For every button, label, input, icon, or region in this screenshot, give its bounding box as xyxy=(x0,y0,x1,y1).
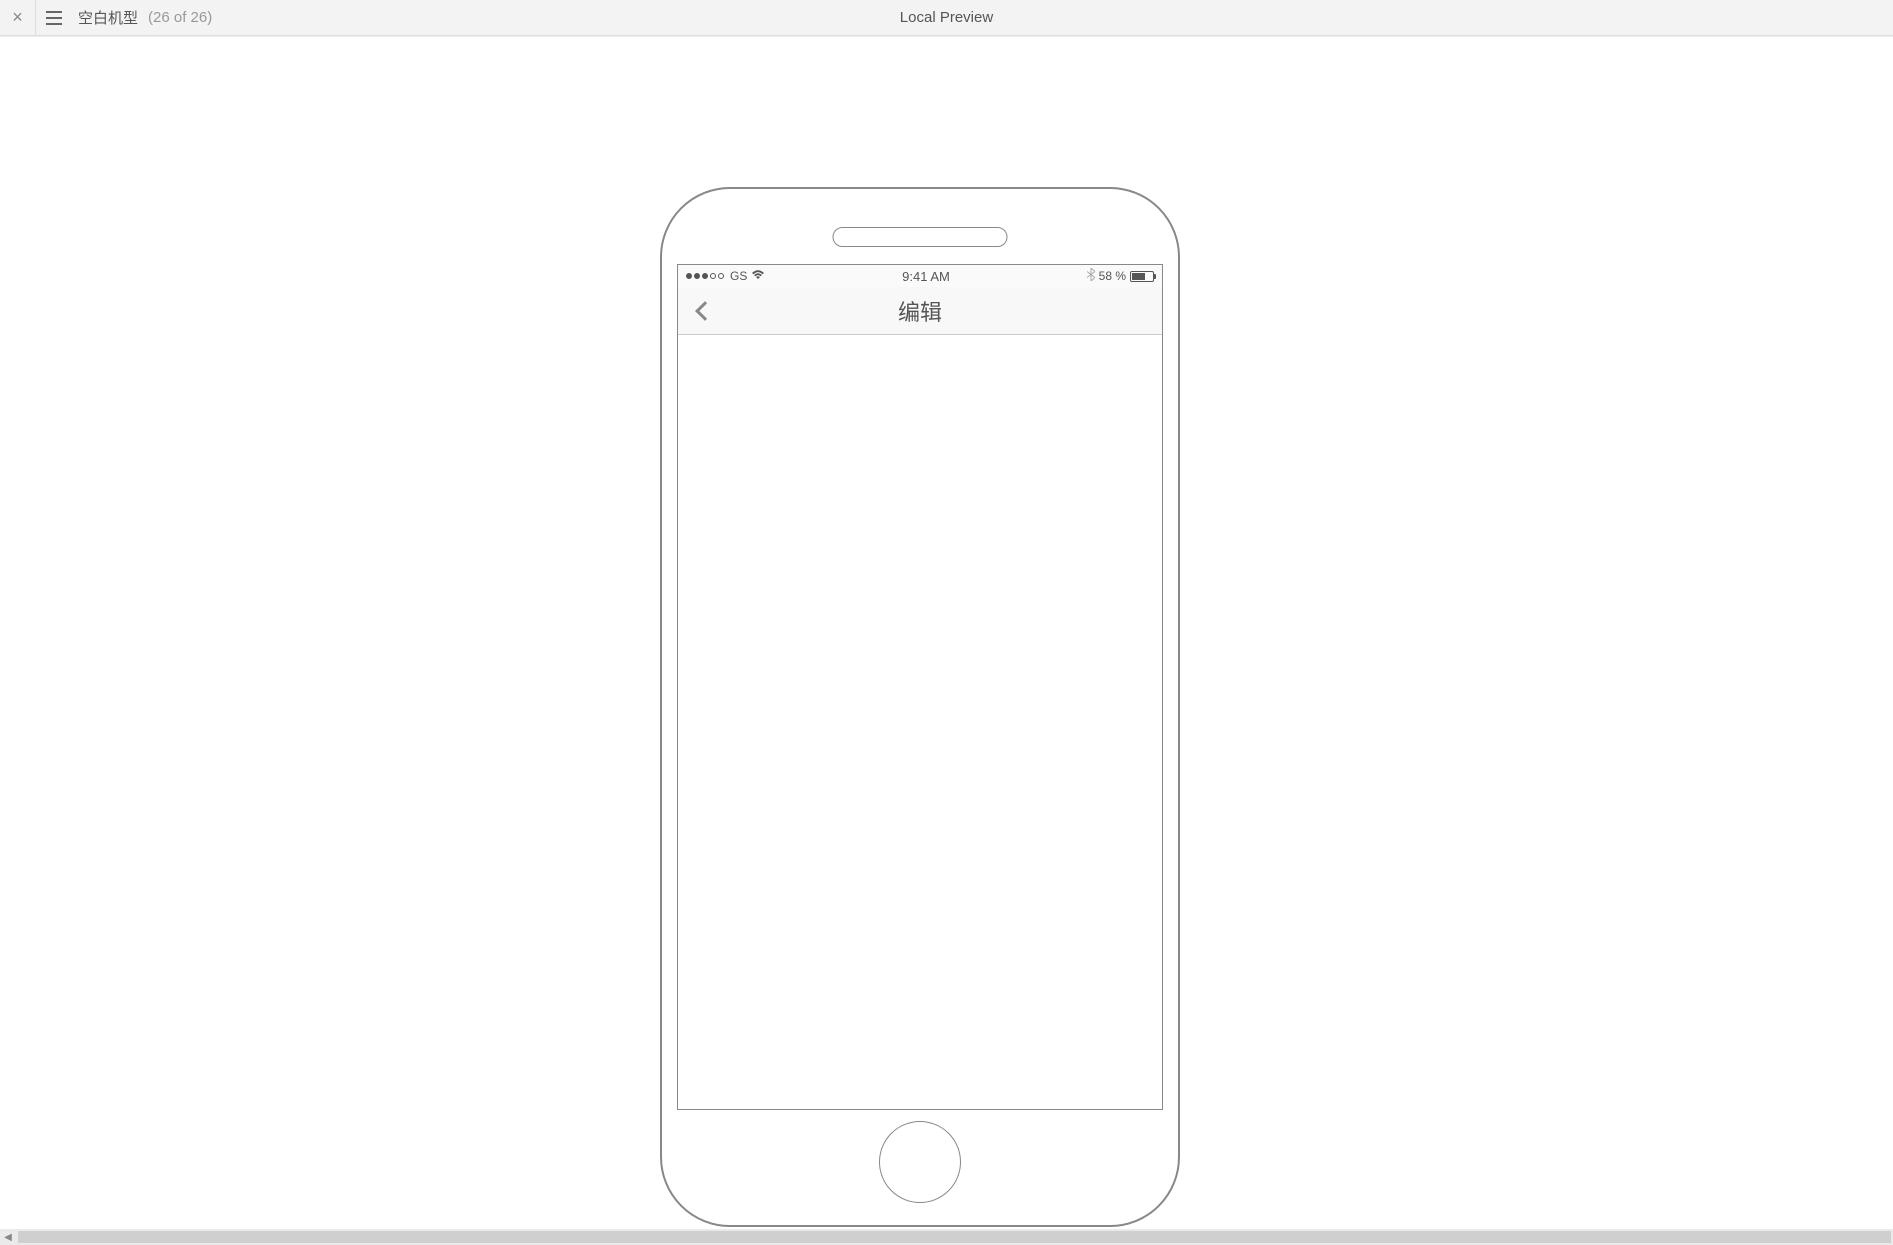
status-bar: GS 9:41 AM 58 % xyxy=(678,265,1162,287)
close-button[interactable]: × xyxy=(0,0,36,36)
nav-title: 编辑 xyxy=(898,295,942,327)
signal-strength-icon xyxy=(686,273,724,279)
scroll-left-arrow[interactable]: ◀ xyxy=(0,1229,16,1245)
back-button[interactable] xyxy=(678,287,726,335)
carrier-label: GS xyxy=(730,269,747,283)
horizontal-scrollbar[interactable]: ◀ xyxy=(0,1229,1893,1245)
scroll-thumb[interactable] xyxy=(18,1231,1891,1243)
hamburger-icon xyxy=(46,11,62,25)
top-toolbar: × 空白机型 (26 of 26) Local Preview xyxy=(0,0,1893,36)
bluetooth-icon xyxy=(1087,268,1095,284)
nav-bar: 编辑 xyxy=(678,287,1162,335)
chevron-left-icon xyxy=(695,301,715,321)
page-count: (26 of 26) xyxy=(148,9,212,26)
battery-icon xyxy=(1130,271,1154,282)
canvas-area[interactable]: GS 9:41 AM 58 % xyxy=(0,36,1893,1229)
close-icon: × xyxy=(12,7,23,28)
phone-screen: GS 9:41 AM 58 % xyxy=(677,264,1163,1110)
phone-device-frame: GS 9:41 AM 58 % xyxy=(660,187,1180,1227)
wifi-icon xyxy=(751,270,765,283)
preview-mode-label: Local Preview xyxy=(900,9,993,26)
battery-percent: 58 % xyxy=(1099,269,1126,283)
menu-button[interactable] xyxy=(36,0,72,36)
status-bar-right: 58 % xyxy=(1087,268,1154,284)
home-button[interactable] xyxy=(879,1121,961,1203)
phone-speaker xyxy=(833,227,1008,247)
status-bar-time: 9:41 AM xyxy=(902,269,950,284)
page-name: 空白机型 xyxy=(78,7,138,28)
status-bar-left: GS xyxy=(686,269,765,283)
